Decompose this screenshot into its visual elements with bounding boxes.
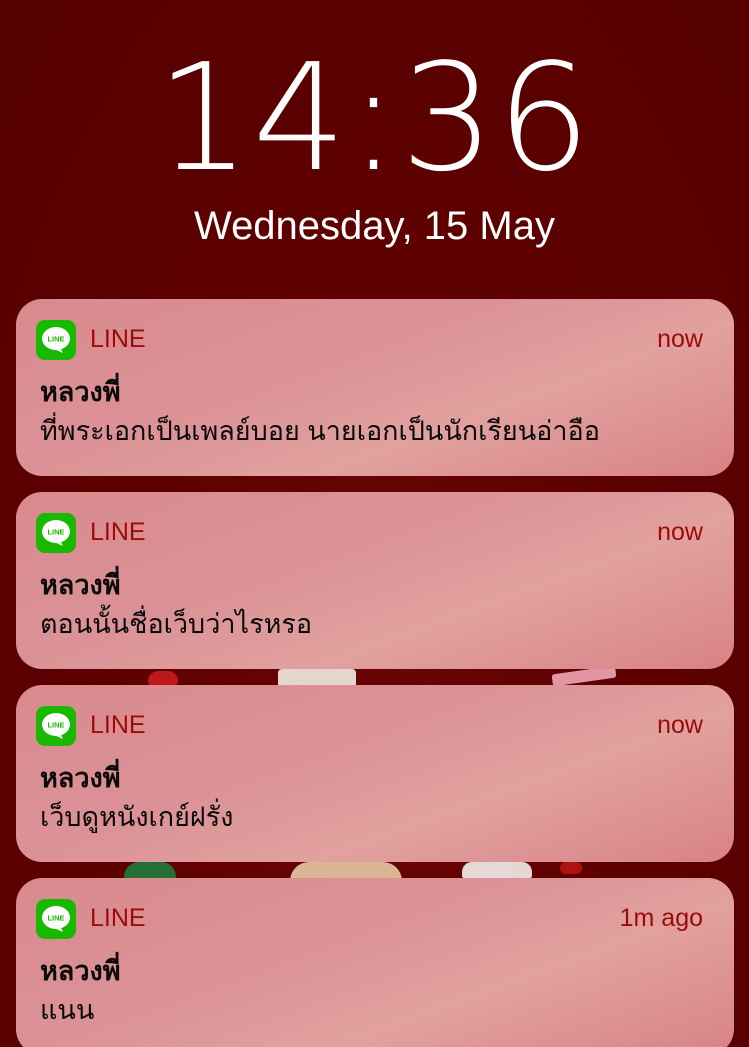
notification-app-name: LINE: [90, 711, 146, 739]
notification-message: เว็บดูหนังเกย์ฝรั่ง: [40, 802, 234, 832]
notification-time: now: [657, 711, 703, 739]
line-icon-text: LINE: [47, 721, 64, 730]
line-app-icon: LINE: [36, 513, 76, 553]
line-icon-text: LINE: [47, 528, 64, 537]
notification-message: ที่พระเอกเป็นเพลย์บอย นายเอกเป็นนักเรียน…: [40, 416, 600, 446]
notification-message: ตอนนั้นชื่อเว็บว่าไรหรอ: [40, 609, 313, 639]
notification-time: now: [657, 325, 703, 353]
line-app-icon: LINE: [36, 706, 76, 746]
line-app-icon: LINE: [36, 320, 76, 360]
lock-screen-clock: 14:36: [156, 32, 593, 204]
notification-card[interactable]: LINE LINE 1m ago หลวงพี่ แนน: [16, 878, 734, 1047]
notification-sender: หลวงพี่: [40, 956, 121, 986]
notification-sender: หลวงพี่: [40, 763, 121, 793]
notification-message: แนน: [40, 995, 95, 1025]
wallpaper-mug: [462, 862, 532, 878]
lock-screen: 14:36 Wednesday, 15 May LINE LINE now หล…: [0, 0, 749, 1047]
notification-app-name: LINE: [90, 904, 146, 932]
notification-sender: หลวงพี่: [40, 377, 121, 407]
wallpaper-berry: [560, 862, 582, 874]
notification-time: 1m ago: [619, 904, 703, 932]
notification-app-name: LINE: [90, 518, 146, 546]
lock-screen-date: Wednesday, 15 May: [194, 204, 555, 248]
line-icon-text: LINE: [47, 914, 64, 923]
notification-card[interactable]: LINE LINE now หลวงพี่ ที่พระเอกเป็นเพลย์…: [16, 299, 734, 476]
notification-card[interactable]: LINE LINE now หลวงพี่ ตอนนั้นชื่อเว็บว่า…: [16, 492, 734, 669]
line-app-icon: LINE: [36, 899, 76, 939]
notification-time: now: [657, 518, 703, 546]
line-icon-text: LINE: [47, 335, 64, 344]
notification-sender: หลวงพี่: [40, 570, 121, 600]
notification-card[interactable]: LINE LINE now หลวงพี่ เว็บดูหนังเกย์ฝรั่…: [16, 685, 734, 862]
notification-app-name: LINE: [90, 325, 146, 353]
